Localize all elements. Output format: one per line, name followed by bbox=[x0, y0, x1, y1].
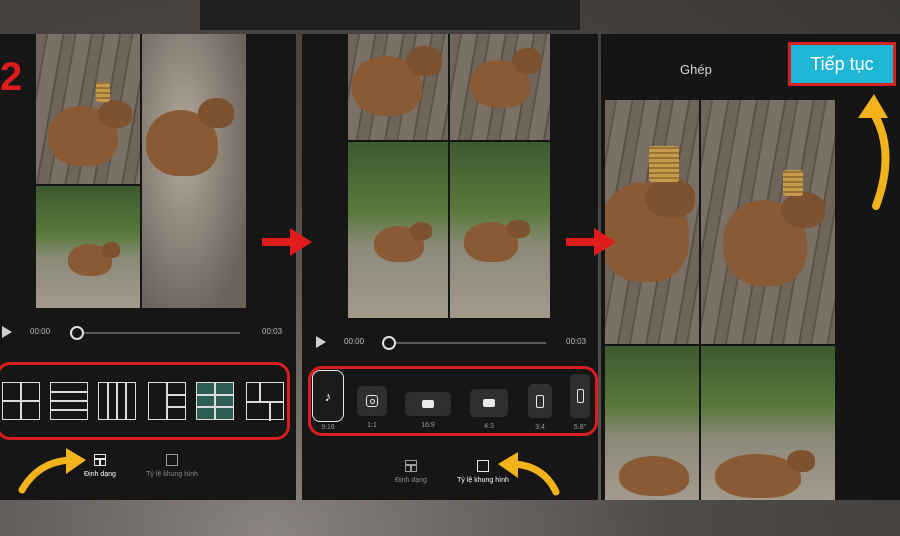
red-arrow-2-icon bbox=[566, 228, 616, 256]
result-photo-2 bbox=[701, 100, 835, 344]
ratio-option-16-9[interactable]: 16:9 bbox=[405, 392, 451, 429]
collage-photo-2 bbox=[142, 34, 246, 308]
result-photo-1 bbox=[605, 100, 699, 344]
red-arrow-1-icon bbox=[262, 228, 312, 256]
tab-format[interactable]: Định dạng bbox=[386, 460, 436, 484]
page-title: Ghép bbox=[680, 62, 712, 77]
time-current: 00:00 bbox=[30, 327, 51, 336]
player-controls: 00:00 00:03 bbox=[302, 332, 598, 352]
time-total: 00:03 bbox=[262, 327, 283, 336]
square-icon bbox=[477, 460, 489, 472]
tab-format-label: Định dạng bbox=[84, 471, 116, 478]
step-number: 2 bbox=[0, 55, 23, 99]
layout-option-split[interactable] bbox=[148, 382, 186, 420]
ratio-option-9-16[interactable]: ♪ 9:16 bbox=[312, 370, 344, 431]
collage-photo-3 bbox=[36, 186, 140, 308]
yellow-arrow-ratio-icon bbox=[498, 452, 560, 496]
ratio-option-3-4[interactable]: 3:4 bbox=[528, 384, 552, 431]
ratio-label: 9:16 bbox=[321, 424, 335, 431]
layout-option-rows-4[interactable] bbox=[50, 382, 88, 420]
collage-photo-2 bbox=[450, 34, 550, 140]
layout-option-grid-2x2[interactable] bbox=[2, 382, 40, 420]
seek-track[interactable] bbox=[386, 342, 546, 344]
yellow-arrow-format-icon bbox=[18, 448, 86, 494]
ratio-label: 1:1 bbox=[367, 422, 377, 429]
result-photo-3 bbox=[605, 346, 699, 500]
phone-icon bbox=[570, 374, 590, 418]
collage-photo-3 bbox=[348, 142, 448, 318]
tab-format-label: Định dạng bbox=[395, 477, 427, 484]
ratio-option-4-3[interactable]: 4:3 bbox=[470, 389, 508, 430]
layout-option-mixed[interactable] bbox=[246, 382, 284, 421]
highlight-box-ratios bbox=[308, 366, 598, 436]
collage-photo-1 bbox=[348, 34, 448, 140]
result-photo-4 bbox=[701, 346, 835, 500]
tab-aspect-ratio[interactable]: Tỷ lệ khung hình bbox=[134, 454, 210, 478]
ratio-option-1-1[interactable]: 1:1 bbox=[357, 386, 387, 429]
ratio-label: 16:9 bbox=[421, 422, 435, 429]
layout-icon bbox=[94, 454, 106, 466]
layout-option-selected[interactable] bbox=[196, 382, 234, 420]
collage-photo-1 bbox=[36, 34, 140, 184]
collage-photo-4 bbox=[450, 142, 550, 318]
seek-knob[interactable] bbox=[382, 336, 396, 350]
ratio-label: 5.8" bbox=[573, 424, 587, 431]
tab-aspect-ratio-label: Tỷ lệ khung hình bbox=[146, 471, 198, 478]
panel-format: 00:00 00:03 Định dạng Tỷ lệ khung hình bbox=[0, 34, 296, 500]
play-icon[interactable] bbox=[2, 326, 12, 338]
time-current: 00:00 bbox=[344, 337, 365, 346]
seek-knob[interactable] bbox=[70, 326, 84, 340]
ratio-label: 3:4 bbox=[535, 424, 545, 431]
youtube-icon bbox=[405, 392, 451, 416]
tiktok-icon: ♪ bbox=[312, 370, 344, 422]
layout-icon bbox=[405, 460, 417, 472]
continue-button[interactable]: Tiếp tục bbox=[788, 42, 896, 86]
youtube-icon bbox=[470, 389, 508, 417]
panel-aspect-ratio: 00:00 00:03 ♪ 9:16 1:1 16:9 4:3 3:4 5.8"… bbox=[302, 34, 598, 500]
time-total: 00:03 bbox=[566, 337, 587, 346]
yellow-arrow-continue-icon bbox=[858, 94, 890, 210]
ratio-label: 4:3 bbox=[484, 423, 494, 430]
player-controls: 00:00 00:03 bbox=[0, 322, 296, 342]
seek-track[interactable] bbox=[74, 332, 240, 334]
ratio-option-5-8[interactable]: 5.8" bbox=[570, 374, 590, 431]
layout-option-cols-4[interactable] bbox=[98, 382, 136, 420]
square-icon bbox=[166, 454, 178, 466]
play-icon[interactable] bbox=[316, 336, 326, 348]
instagram-icon bbox=[357, 386, 387, 416]
phone-icon bbox=[528, 384, 552, 418]
background-device bbox=[200, 0, 580, 30]
